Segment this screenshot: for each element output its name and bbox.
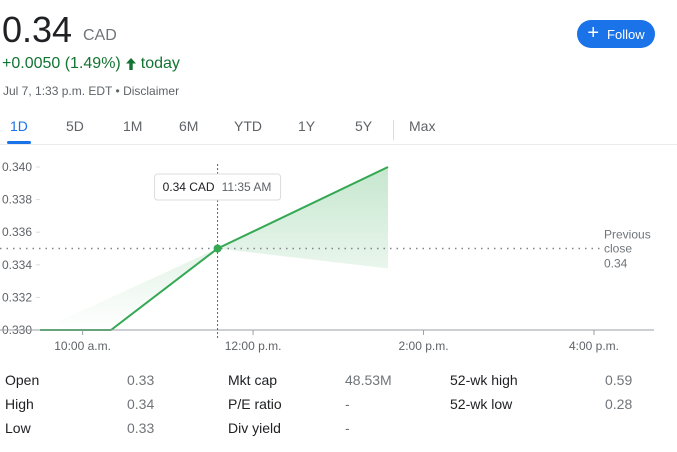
tab-1y[interactable]: 1Y — [298, 118, 315, 142]
currency-label: CAD — [83, 27, 117, 44]
stat-52wk-high-label: 52-wk high — [450, 372, 518, 388]
stat-open-label: Open — [5, 372, 40, 388]
y-tick-label: 0.334 — [2, 258, 32, 272]
tab-divider — [393, 120, 394, 140]
quote-timestamp: Jul 7, 1:33 p.m. EDT — [3, 84, 113, 98]
stat-52wk-low-value: 0.28 — [605, 396, 633, 412]
stat-pe-value: - — [345, 396, 350, 412]
disclaimer-link[interactable]: Disclaimer — [123, 84, 179, 98]
stock-price: 0.34 — [2, 9, 73, 50]
stat-divyield-label: Div yield — [228, 420, 281, 436]
tooltip-time: 11:35 AM — [222, 180, 272, 194]
tab-6m[interactable]: 6M — [179, 118, 198, 142]
y-tick-label: 0.338 — [2, 193, 32, 207]
previous-close-label-2: close — [604, 242, 632, 256]
stat-mktcap-value: 48.53M — [345, 372, 392, 388]
tabs-baseline — [0, 144, 677, 145]
tab-1m[interactable]: 1M — [123, 118, 142, 142]
tab-5y[interactable]: 5Y — [355, 118, 372, 142]
x-tick-label: 10:00 a.m. — [54, 339, 111, 353]
tooltip-value: 0.34 CAD — [163, 180, 215, 194]
stat-divyield-value: - — [345, 420, 350, 436]
stats-row-3: Low 0.33 Div yield - — [0, 420, 677, 440]
stat-low-value: 0.33 — [127, 420, 155, 436]
follow-button[interactable]: + Follow — [577, 20, 655, 48]
change-period: today — [140, 55, 180, 72]
stats-row-1: Open 0.33 Mkt cap 48.53M 52-wk high 0.59 — [0, 372, 677, 392]
stat-mktcap-label: Mkt cap — [228, 372, 278, 388]
stat-52wk-high-value: 0.59 — [605, 372, 633, 388]
tab-5d[interactable]: 5D — [66, 118, 84, 142]
meta-separator: • — [115, 84, 120, 98]
tab-1d[interactable]: 1D — [7, 118, 31, 144]
quote-meta: Jul 7, 1:33 p.m. EDT • Disclaimer — [3, 84, 179, 98]
price-change: +0.0050 (1.49%) today — [2, 55, 180, 73]
x-tick-label: 2:00 p.m. — [399, 339, 449, 353]
stat-pe-label: P/E ratio — [228, 396, 282, 412]
plus-icon: + — [587, 22, 600, 44]
hover-dot — [213, 244, 222, 253]
stat-open-value: 0.33 — [127, 372, 155, 388]
arrow-up-icon — [125, 58, 136, 70]
x-tick-label: 4:00 p.m. — [569, 339, 619, 353]
tab-ytd[interactable]: YTD — [234, 118, 262, 142]
stat-high-label: High — [5, 396, 34, 412]
stat-low-label: Low — [5, 420, 31, 436]
y-tick-label: 0.332 — [2, 290, 32, 304]
price-chart[interactable]: 0.3400.3380.3360.3340.3320.33010:00 a.m.… — [0, 150, 677, 360]
y-tick-label: 0.340 — [2, 160, 32, 174]
previous-close-value: 0.34 — [604, 257, 628, 271]
tab-max[interactable]: Max — [409, 118, 435, 142]
y-tick-label: 0.336 — [2, 225, 32, 239]
stat-high-value: 0.34 — [127, 396, 155, 412]
previous-close-label-1: Previous — [604, 228, 651, 242]
stat-52wk-low-label: 52-wk low — [450, 396, 513, 412]
x-tick-label: 12:00 p.m. — [225, 339, 282, 353]
stats-row-2: High 0.34 P/E ratio - 52-wk low 0.28 — [0, 396, 677, 416]
follow-label: Follow — [607, 26, 645, 42]
change-value: +0.0050 (1.49%) — [2, 55, 121, 72]
